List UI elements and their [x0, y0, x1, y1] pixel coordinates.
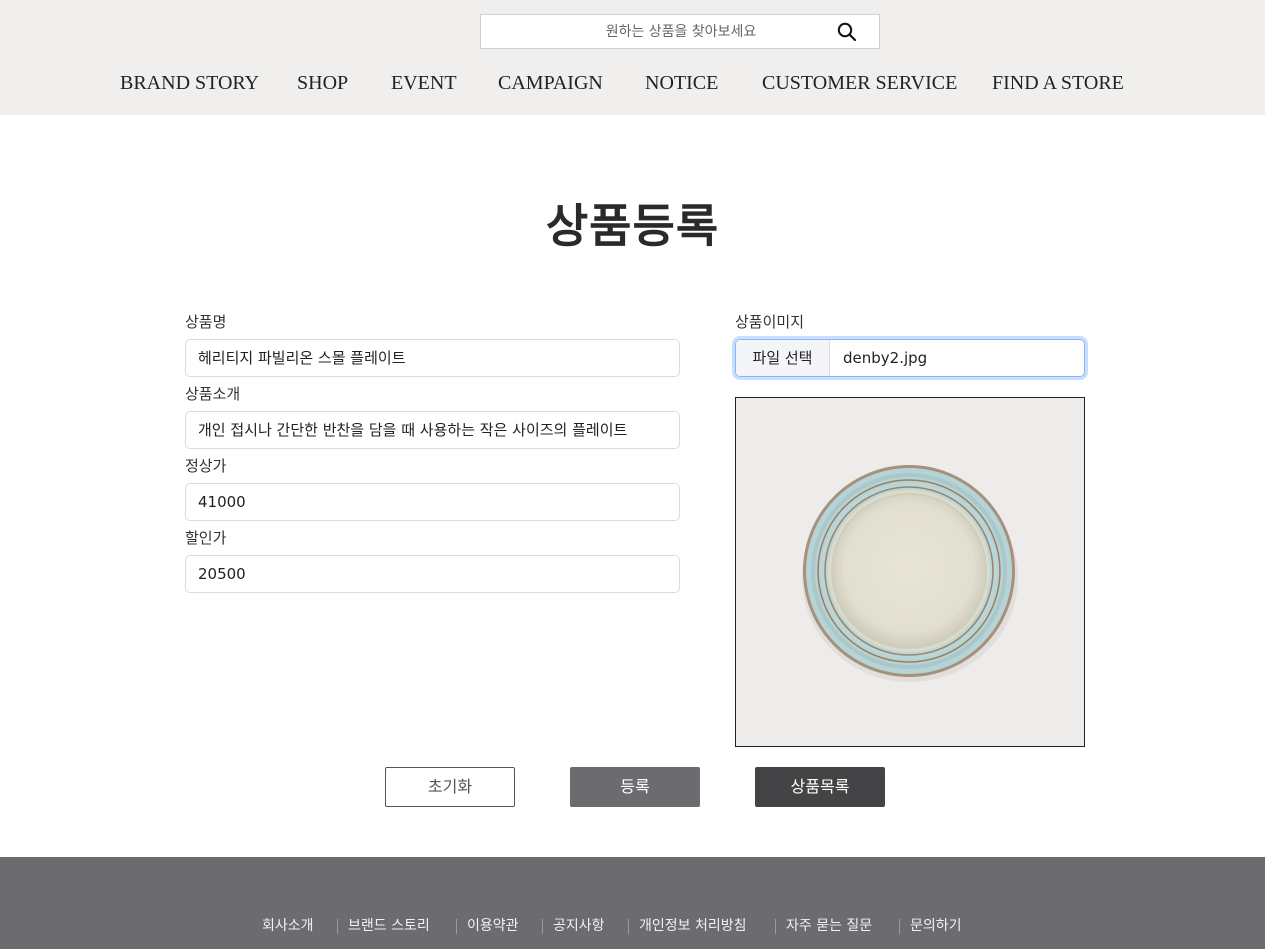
- page-title: 상품등록: [545, 199, 720, 253]
- nav-customer-service[interactable]: CUSTOMER SERVICE: [762, 68, 957, 98]
- product-image-file-input[interactable]: 파일 선택 denby2.jpg: [735, 339, 1085, 377]
- register-button[interactable]: 등록: [570, 767, 700, 807]
- footer-links: 회사소개 브랜드 스토리 이용약관 공지사항 개인정보 처리방침 자주 묻는 질…: [0, 915, 1265, 937]
- nav-notice[interactable]: NOTICE: [645, 68, 718, 98]
- plate-image: [802, 465, 1018, 682]
- footer-divider: [337, 919, 338, 934]
- nav-brand-story[interactable]: BRAND STORY: [120, 68, 259, 98]
- nav-event[interactable]: EVENT: [391, 68, 457, 98]
- footer-link-brand-story[interactable]: 브랜드 스토리: [348, 915, 430, 937]
- footer-link-inquiry[interactable]: 문의하기: [910, 915, 962, 937]
- main-nav: BRAND STORY SHOP EVENT CAMPAIGN NOTICE C…: [0, 68, 1265, 98]
- footer-link-notice[interactable]: 공지사항: [553, 915, 605, 937]
- site-footer: 회사소개 브랜드 스토리 이용약관 공지사항 개인정보 처리방침 자주 묻는 질…: [0, 857, 1265, 949]
- product-name-label: 상품명: [185, 313, 227, 331]
- selected-file-name: denby2.jpg: [843, 349, 928, 367]
- footer-divider: [899, 919, 900, 934]
- sale-price-label: 할인가: [185, 529, 227, 547]
- product-list-button[interactable]: 상품목록: [755, 767, 885, 807]
- nav-campaign[interactable]: CAMPAIGN: [498, 68, 603, 98]
- sale-price-input[interactable]: 20500: [185, 555, 680, 593]
- footer-divider: [775, 919, 776, 934]
- footer-link-privacy[interactable]: 개인정보 처리방침: [639, 915, 747, 937]
- choose-file-button[interactable]: 파일 선택: [736, 340, 830, 376]
- search-input[interactable]: [481, 15, 841, 48]
- nav-find-a-store[interactable]: FIND A STORE: [992, 68, 1124, 98]
- product-image-label: 상품이미지: [735, 313, 805, 331]
- reset-button[interactable]: 초기화: [385, 767, 515, 807]
- regular-price-label: 정상가: [185, 457, 227, 475]
- product-intro-input[interactable]: 개인 접시나 간단한 반찬을 담을 때 사용하는 작은 사이즈의 플레이트: [185, 411, 680, 449]
- search-box: [480, 14, 880, 49]
- site-header: BRAND STORY SHOP EVENT CAMPAIGN NOTICE C…: [0, 0, 1265, 115]
- footer-divider: [456, 919, 457, 934]
- footer-link-terms[interactable]: 이용약관: [467, 915, 519, 937]
- footer-link-faq[interactable]: 자주 묻는 질문: [786, 915, 872, 937]
- search-icon[interactable]: [836, 21, 858, 43]
- regular-price-input[interactable]: 41000: [185, 483, 680, 521]
- image-preview: [735, 397, 1085, 747]
- footer-divider: [628, 919, 629, 934]
- footer-link-company[interactable]: 회사소개: [262, 915, 314, 937]
- nav-shop[interactable]: SHOP: [297, 68, 348, 98]
- footer-divider: [542, 919, 543, 934]
- product-name-input[interactable]: 헤리티지 파빌리온 스몰 플레이트: [185, 339, 680, 377]
- product-intro-label: 상품소개: [185, 385, 241, 403]
